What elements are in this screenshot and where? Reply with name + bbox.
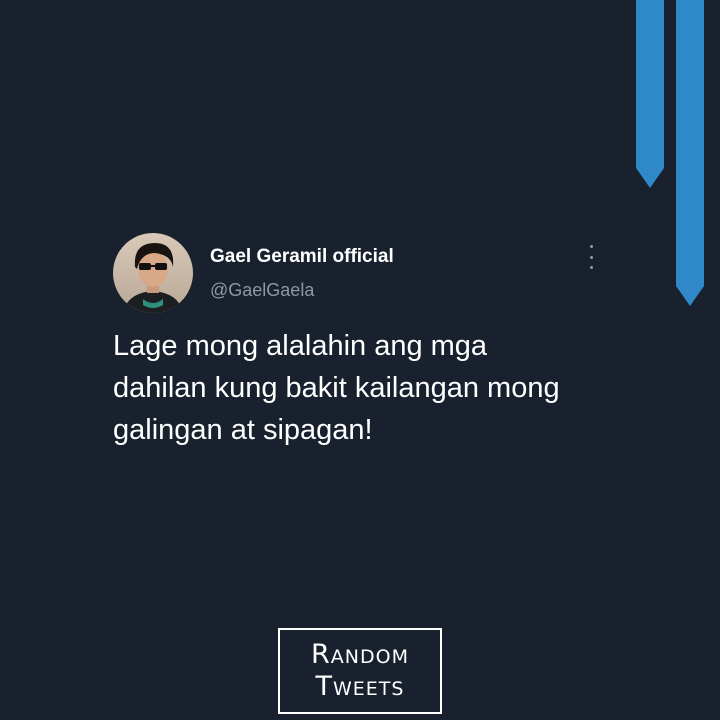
vertical-ellipsis-icon-dot — [589, 255, 593, 259]
avatar[interactable] — [113, 233, 193, 313]
logo-line-2: Tweets — [315, 671, 405, 702]
display-name[interactable]: Gael Geramil official — [210, 246, 394, 268]
blue-ribbon-decoration — [636, 0, 664, 188]
vertical-ellipsis-icon-dot — [589, 266, 593, 269]
more-options-button[interactable] — [583, 245, 599, 269]
user-handle[interactable]: @GaelGaela — [210, 280, 314, 301]
avatar-photo — [113, 233, 193, 313]
tweet-text: Lage mong alalahin ang mga dahilan kung … — [113, 330, 560, 446]
vertical-ellipsis-icon — [589, 245, 593, 248]
blue-ribbon-decoration — [676, 0, 704, 306]
random-tweets-logo: Random Tweets — [278, 628, 442, 714]
logo-line-1: Random — [311, 639, 409, 670]
